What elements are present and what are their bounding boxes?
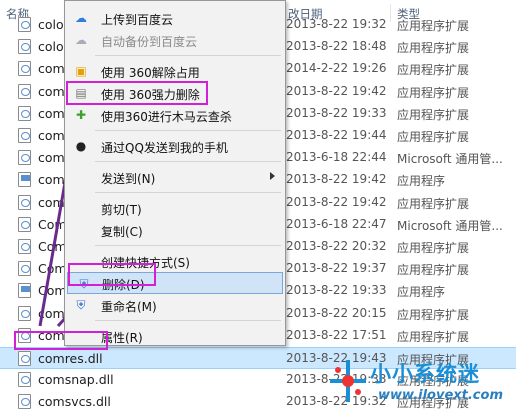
menu-item-label: 通过QQ发送到我的手机 (101, 141, 228, 155)
baidu-backup-icon: ☁ (75, 33, 87, 47)
menu-item-label: 复制(C) (101, 225, 143, 239)
menu-separator (95, 192, 281, 193)
menu-separator (95, 130, 281, 131)
menu-item[interactable]: 复制(C) (65, 219, 285, 241)
shield-icon: ⛨ (76, 298, 86, 312)
menu-separator (95, 55, 281, 56)
menu-item[interactable]: ✚ 使用360进行木马云查杀 (65, 104, 285, 126)
360-unlock-icon: ▣ (75, 64, 87, 78)
watermark-url: www.ilovext.com (378, 388, 503, 403)
menu-item-label: 上传到百度云 (101, 13, 174, 27)
submenu-arrow-icon (270, 172, 275, 180)
360-scan-icon: ✚ (75, 108, 87, 122)
menu-item[interactable]: 发送到(N) (65, 166, 285, 188)
highlight-360-delete (66, 81, 208, 105)
menu-item[interactable]: ● 通过QQ发送到我的手机 (65, 135, 285, 157)
menu-separator (95, 320, 281, 321)
highlight-selected-file (14, 331, 108, 350)
menu-item-label: 自动备份到百度云 (101, 35, 198, 49)
baidu-cloud-icon: ☁ (75, 11, 87, 25)
menu-item-label: 发送到(N) (101, 172, 156, 186)
watermark-title: 小小系统迷 (370, 362, 480, 386)
watermark: 小小系统迷 www.ilovext.com (322, 352, 516, 412)
menu-item[interactable]: 剪切(T) (65, 197, 285, 219)
menu-item: ☁ 自动备份到百度云 (65, 29, 285, 51)
menu-item-label: 使用360进行木马云查杀 (101, 110, 232, 124)
watermark-logo-icon (330, 360, 366, 402)
menu-item-label: 剪切(T) (101, 203, 142, 217)
menu-separator (95, 245, 281, 246)
context-menu: ☁ 上传到百度云 ☁ 自动备份到百度云 ▣ 使用 360解除占用 ▤ 使用 360强力删除 ✚ 使… (64, 0, 286, 346)
menu-item[interactable]: ☁ 上传到百度云 (65, 7, 285, 29)
qq-icon: ● (75, 139, 87, 153)
menu-item[interactable]: ⛨ 重命名(M) (65, 294, 285, 316)
highlight-delete (68, 263, 156, 286)
menu-item[interactable]: ▣ 使用 360解除占用 (65, 60, 285, 82)
menu-item-label: 使用 360解除占用 (101, 66, 200, 80)
menu-item-label: 重命名(M) (101, 300, 157, 314)
menu-separator (95, 161, 281, 162)
